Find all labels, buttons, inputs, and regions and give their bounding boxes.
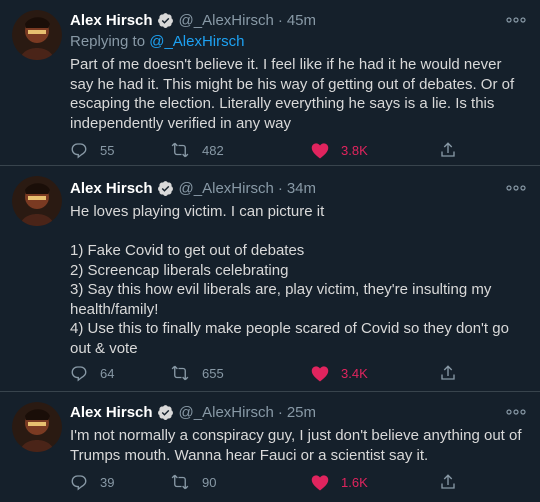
retweet-icon xyxy=(171,142,189,158)
more-options-icon[interactable] xyxy=(506,181,526,195)
retweet-button[interactable]: 90 xyxy=(170,472,216,492)
avatar[interactable] xyxy=(12,176,62,226)
tweet-thread: Alex Hirsch @_AlexHirsch · 45m Replying … xyxy=(0,0,540,502)
heart-icon xyxy=(311,142,329,158)
share-button[interactable] xyxy=(439,140,457,160)
author-handle[interactable]: @_AlexHirsch xyxy=(179,404,274,421)
retweet-count: 90 xyxy=(202,474,217,490)
retweet-icon xyxy=(171,365,189,381)
replying-to-link[interactable]: @_AlexHirsch xyxy=(149,33,244,50)
share-icon xyxy=(441,142,455,157)
retweet-icon xyxy=(171,474,189,490)
heart-icon xyxy=(311,474,329,490)
retweet-count: 655 xyxy=(202,365,224,381)
share-button[interactable] xyxy=(439,363,457,383)
replying-to-label: Replying to xyxy=(70,33,150,50)
tweet-timestamp[interactable]: 25m xyxy=(287,404,316,421)
verified-badge-icon xyxy=(157,404,174,421)
separator-dot: · xyxy=(277,179,283,197)
more-options-icon[interactable] xyxy=(506,13,526,27)
tweet-actions: 39 90 1.6K xyxy=(70,472,470,492)
author-name[interactable]: Alex Hirsch xyxy=(70,180,153,197)
tweet[interactable]: Alex Hirsch @_AlexHirsch · 45m Replying … xyxy=(0,0,540,166)
tweet[interactable]: Alex Hirsch @_AlexHirsch · 34m He loves … xyxy=(0,166,540,392)
verified-badge-icon xyxy=(157,180,174,197)
author-name[interactable]: Alex Hirsch xyxy=(70,404,153,421)
tweet-text: Part of me doesn't believe it. I feel li… xyxy=(70,56,515,132)
reply-count: 39 xyxy=(100,474,115,490)
like-button[interactable]: 3.4K xyxy=(311,363,368,383)
author-name[interactable]: Alex Hirsch xyxy=(70,12,153,29)
share-icon xyxy=(441,474,455,489)
like-count: 3.8K xyxy=(341,142,368,158)
retweet-count: 482 xyxy=(202,142,224,158)
tweet-text: He loves playing victim. I can picture i… xyxy=(70,203,509,357)
tweet-actions: 64 655 3.4K xyxy=(70,363,470,383)
like-count: 1.6K xyxy=(341,474,368,490)
more-options-icon[interactable] xyxy=(506,405,526,419)
verified-badge-icon xyxy=(157,12,174,29)
avatar[interactable] xyxy=(12,402,62,452)
heart-icon xyxy=(311,365,329,381)
retweet-button[interactable]: 655 xyxy=(170,363,224,383)
like-button[interactable]: 3.8K xyxy=(311,140,368,160)
like-button[interactable]: 1.6K xyxy=(311,472,368,492)
share-icon xyxy=(441,365,455,380)
reply-count: 55 xyxy=(100,142,115,158)
tweet-actions: 55 482 3.8K xyxy=(70,140,470,160)
reply-button[interactable]: 64 xyxy=(70,363,114,383)
reply-button[interactable]: 55 xyxy=(70,140,114,160)
reply-icon xyxy=(71,143,87,159)
tweet[interactable]: Alex Hirsch @_AlexHirsch · 25m I'm not n… xyxy=(0,392,540,502)
author-handle[interactable]: @_AlexHirsch xyxy=(179,12,274,29)
reply-count: 64 xyxy=(100,365,115,381)
separator-dot: · xyxy=(277,11,283,29)
avatar[interactable] xyxy=(12,10,62,60)
separator-dot: · xyxy=(277,403,283,421)
tweet-timestamp[interactable]: 34m xyxy=(287,180,316,197)
like-count: 3.4K xyxy=(341,365,368,381)
tweet-text: I'm not normally a conspiracy guy, I jus… xyxy=(70,427,522,464)
tweet-timestamp[interactable]: 45m xyxy=(287,12,316,29)
reply-button[interactable]: 39 xyxy=(70,472,114,492)
retweet-button[interactable]: 482 xyxy=(170,140,224,160)
share-button[interactable] xyxy=(439,472,457,492)
reply-icon xyxy=(71,475,87,491)
replying-to: Replying to @_AlexHirsch xyxy=(70,32,244,52)
reply-icon xyxy=(71,366,87,382)
author-handle[interactable]: @_AlexHirsch xyxy=(179,180,274,197)
